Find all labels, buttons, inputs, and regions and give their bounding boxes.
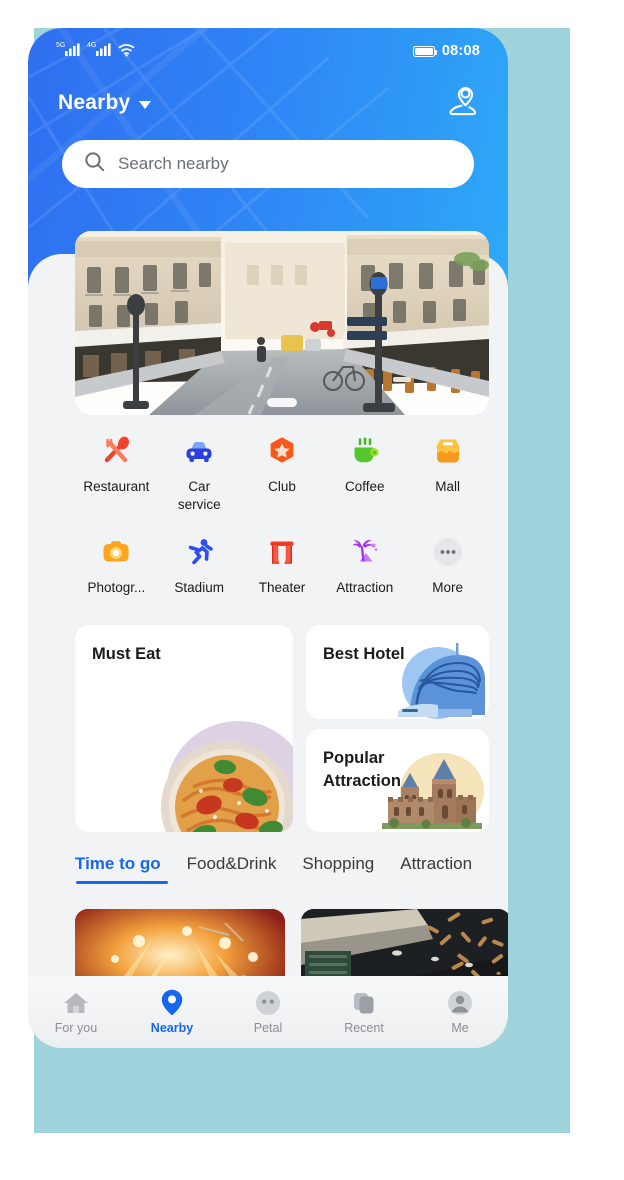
category-label: Mall [435,479,460,494]
search-icon [84,151,105,177]
signal-icon-1: 5G [56,40,82,62]
category-theater[interactable]: Theater [241,532,324,597]
content-tabs: Time to go Food&Drink Shopping Attractio… [75,854,508,900]
home-icon [63,990,89,1016]
bottom-navigation: For you Nearby Petal Recent Me [28,976,508,1048]
car-icon [179,431,219,471]
category-club[interactable]: Club [241,431,324,514]
category-attraction[interactable]: Attraction [323,532,406,597]
runner-icon [179,532,219,572]
category-car-service[interactable]: Car service [158,431,241,514]
theater-curtain-icon [262,532,302,572]
category-mall[interactable]: Mall [406,431,489,514]
card-best-hotel[interactable]: Best Hotel [306,625,489,719]
nav-item-for-you[interactable]: For you [28,990,124,1035]
petal-face-icon [255,990,281,1016]
location-pin-icon [161,989,183,1016]
palm-tree-icon [345,532,385,572]
category-coffee[interactable]: Coffee [323,431,406,514]
card-title: Must Eat [92,645,161,663]
page-indicator[interactable] [267,398,297,407]
category-label: Photogr... [87,579,146,595]
tab-time-to-go[interactable]: Time to go [75,854,168,884]
more-dots-icon [428,532,468,572]
signal-icon-2: 4G [87,40,113,62]
svg-text:5G: 5G [56,42,65,49]
person-icon [447,990,473,1016]
search-bar[interactable]: Search nearby [62,140,474,188]
category-photography[interactable]: Photogr... [75,532,158,597]
nav-label: Me [451,1020,469,1035]
card-title: Best Hotel [323,645,405,663]
mall-icon [428,431,468,471]
category-more[interactable]: More [406,532,489,597]
nav-label: Nearby [150,1020,194,1035]
status-time: 08:08 [441,43,480,59]
category-stadium[interactable]: Stadium [158,532,241,597]
tab-shopping[interactable]: Shopping [302,854,374,884]
category-label: Stadium [174,579,224,595]
coffee-icon [345,431,385,471]
nav-item-recent[interactable]: Recent [316,990,412,1035]
nav-label: Recent [344,1020,384,1035]
card-popular-attraction[interactable]: Popular Attraction [306,729,489,832]
restaurant-icon [96,431,136,471]
category-label: Attraction [336,579,394,595]
hotel-building-image [398,643,485,719]
search-input[interactable]: Search nearby [118,154,229,174]
promo-banner[interactable] [75,231,489,415]
banner-image [75,231,489,415]
header-title-row: Nearby [28,80,508,126]
status-bar: 5G 4G 08:08 [28,28,508,74]
category-row-2: Photogr... Stadium Theater Attraction Mo… [75,532,489,597]
nav-item-nearby[interactable]: Nearby [124,989,220,1035]
nav-item-petal[interactable]: Petal [220,990,316,1035]
nav-label: Petal [253,1020,283,1035]
tab-food-drink[interactable]: Food&Drink [187,854,277,884]
chevron-down-icon[interactable] [139,100,152,109]
card-must-eat[interactable]: Must Eat [75,625,293,832]
category-row-1: Restaurant Car service Club Coffee Mall [75,431,489,514]
card-title: Popular Attraction [323,749,401,791]
category-grid: Restaurant Car service Club Coffee Mall … [75,431,489,596]
category-label: Club [268,479,296,494]
svg-text:4G: 4G [87,42,96,49]
category-label: Restaurant [83,479,150,494]
battery-icon [412,45,438,57]
map-person-pin-icon[interactable] [448,85,478,122]
recent-cards-icon [351,990,377,1016]
category-label: Car service [177,479,221,512]
category-label: Coffee [345,479,385,494]
nav-label: For you [54,1020,98,1035]
category-label: More [432,579,463,595]
phone-screen: 5G 4G 08:08 Nearby Search nearby Restaur… [28,28,508,1048]
category-restaurant[interactable]: Restaurant [75,431,158,514]
nav-item-me[interactable]: Me [412,990,508,1035]
category-label: Theater [258,579,306,595]
feature-cards: Must Eat Best Hotel Popular Attraction [75,625,489,832]
location-selector[interactable]: Nearby [58,91,152,115]
club-icon [262,431,302,471]
location-title: Nearby [58,91,131,114]
camera-icon [96,532,136,572]
screenshot-root: 5G 4G 08:08 Nearby Search nearby Restaur… [0,0,624,1180]
tab-attraction[interactable]: Attraction [400,854,472,884]
wifi-icon [118,42,135,62]
